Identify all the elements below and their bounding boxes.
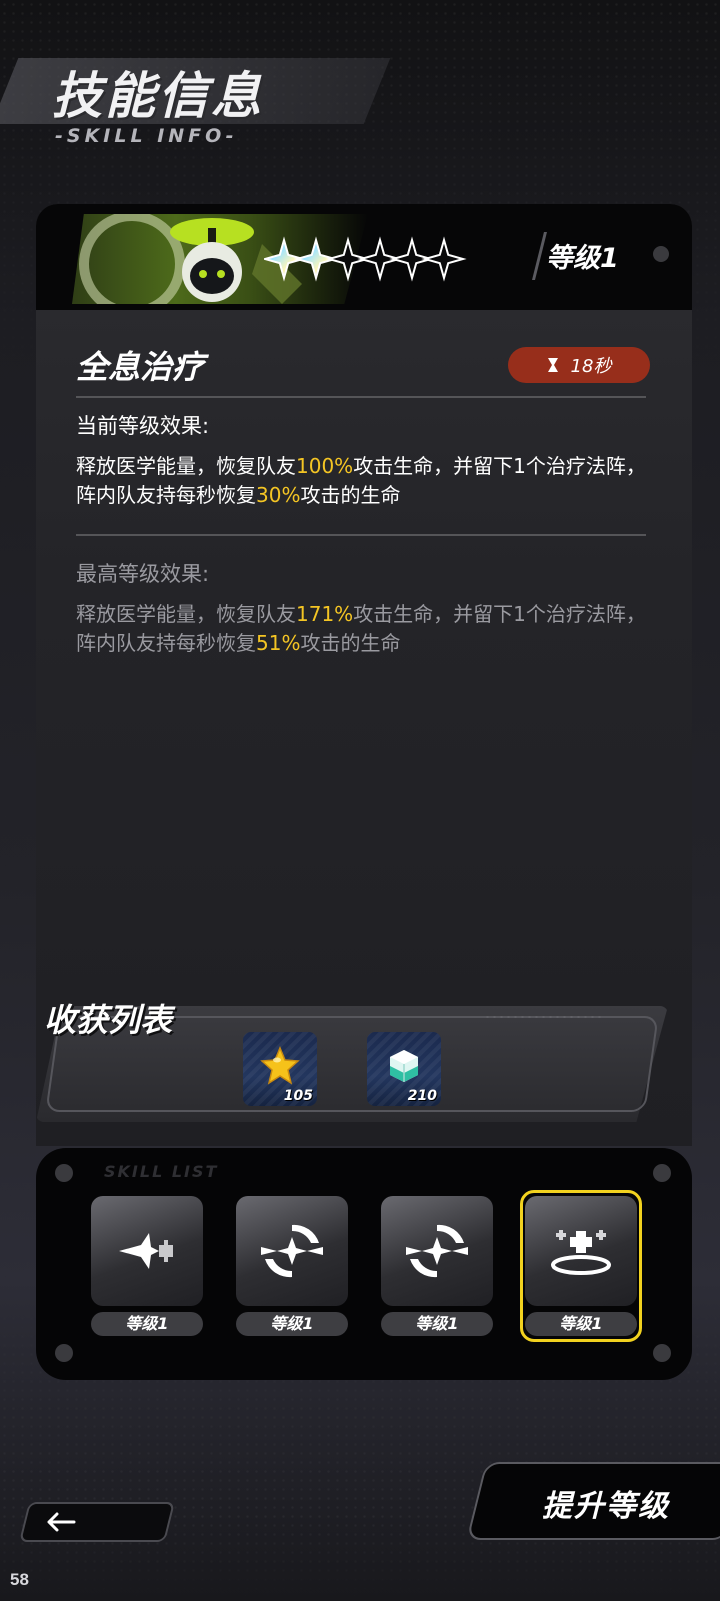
current-effect-text: 释放医学能量，恢复队友100%攻击生命，并留下1个治疗法阵，阵内队友持每秒恢复3… — [76, 454, 646, 507]
reward-item[interactable]: 210 — [367, 1032, 441, 1106]
page-number: 58 — [10, 1570, 29, 1589]
header-dot — [653, 246, 669, 262]
cooldown-badge: 18秒 — [508, 347, 650, 383]
skill-slot-2[interactable]: 等级1 — [236, 1196, 348, 1336]
skill-card-header: 等级1 — [36, 204, 692, 310]
back-button[interactable] — [19, 1502, 175, 1542]
panel-dot — [653, 1164, 671, 1182]
rewards-title: 收获列表 — [44, 1001, 173, 1039]
skill-tile — [525, 1196, 637, 1306]
max-effect-text: 释放医学能量，恢复队友171%攻击生命，并留下1个治疗法阵，阵内队友持每秒恢复5… — [76, 602, 646, 655]
panel-dot — [55, 1344, 73, 1362]
skill-tile — [236, 1196, 348, 1306]
star-empty-icon — [421, 236, 467, 282]
max-heal-percent: 171% — [296, 602, 354, 626]
skill-tile — [381, 1196, 493, 1306]
panel-dot — [653, 1344, 671, 1362]
skill-name: 全息治疗 — [76, 348, 205, 386]
skill-slot-4-selected[interactable]: 等级1 — [520, 1190, 642, 1342]
skill-level-label: 等级1 — [546, 243, 619, 274]
reward-item[interactable]: 105 — [243, 1032, 317, 1106]
max-effect-label: 最高等级效果: — [76, 562, 210, 586]
skill-level-pill: 等级1 — [236, 1312, 348, 1336]
star-rating — [261, 236, 494, 282]
skill-slot-1[interactable]: 等级1 — [91, 1196, 203, 1336]
regen-percent: 30% — [256, 483, 301, 507]
skill-slot-3[interactable]: 等级1 — [381, 1196, 493, 1336]
skill-level-pill: 等级1 — [381, 1312, 493, 1336]
orbit-star-icon — [261, 1224, 323, 1278]
skill-level-pill: 等级1 — [91, 1312, 203, 1336]
hourglass-icon — [547, 358, 558, 372]
upgrade-button-label: 提升等级 — [542, 1489, 670, 1524]
arrow-left-icon — [47, 1512, 76, 1532]
holo-heal-icon — [551, 1230, 611, 1275]
max-regen-percent: 51% — [256, 631, 301, 655]
rewards-decoration — [484, 1015, 604, 1019]
skills-panel: SKILL LIST 等级1 等级1 等级1 等级1 — [36, 1148, 692, 1380]
reward-count: 210 — [407, 1088, 437, 1104]
page-title: 技能信息 — [52, 67, 264, 125]
crystal-cube-icon — [390, 1050, 418, 1082]
cooldown-value: 18秒 — [570, 356, 612, 377]
dash-heal-icon — [119, 1233, 173, 1269]
level-divider — [532, 232, 547, 280]
reward-count: 105 — [283, 1088, 313, 1104]
orbit-star-icon — [406, 1224, 468, 1278]
divider — [76, 396, 646, 398]
panel-dot — [55, 1164, 73, 1182]
page-subtitle: -SKILL INFO- — [55, 125, 238, 147]
current-effect-label: 当前等级效果: — [76, 414, 210, 438]
skill-level-pill: 等级1 — [525, 1312, 637, 1336]
divider — [76, 534, 646, 536]
skill-tile — [91, 1196, 203, 1306]
heal-percent: 100% — [296, 454, 354, 478]
panel-decor-text: SKILL LIST — [104, 1162, 219, 1181]
star-icon — [260, 1046, 300, 1085]
